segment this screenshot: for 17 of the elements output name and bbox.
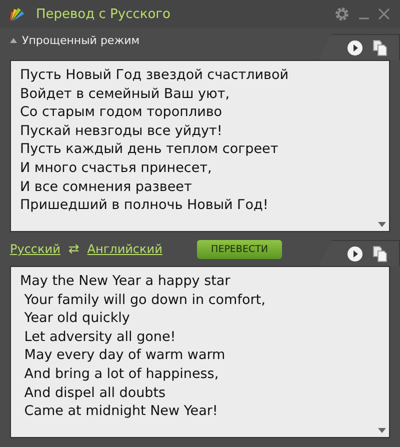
scroll-down-icon[interactable] bbox=[378, 222, 386, 227]
caret-icon bbox=[10, 38, 17, 42]
source-text-field[interactable]: Пусть Новый Год звездой счастливой Войдет в семейный Ваш уют, Со старым годом торопливо Пускай невзгоды все уйдут! Пусть каждый день теплом согреет И много счастья принесет, И все сомнения развеет Пришедший в полночь Новый Год! bbox=[10, 60, 390, 232]
copy-icon[interactable] bbox=[373, 40, 387, 56]
source-language-link[interactable]: Русский bbox=[10, 242, 60, 256]
mode-toggle[interactable]: Упрощенный режим bbox=[10, 34, 140, 54]
window-title: Перевод с Русского bbox=[36, 6, 170, 22]
target-language-link[interactable]: Английский bbox=[87, 242, 162, 256]
translate-button[interactable]: ПЕРЕВЕСТИ bbox=[197, 240, 282, 258]
settings-icon[interactable] bbox=[334, 6, 350, 22]
play-icon[interactable] bbox=[347, 246, 363, 262]
copy-icon[interactable] bbox=[373, 246, 387, 262]
play-icon[interactable] bbox=[347, 40, 363, 56]
swap-languages-button[interactable]: ⇄ bbox=[68, 242, 80, 256]
translation-text-field[interactable]: May the New Year a happy star Your family will go down in comfort, Year old quickly Let adversity all gone! May every day of warm warm And bring a lot of happiness, And dispel all doubts Came at midnight New Year! bbox=[10, 266, 390, 438]
close-icon[interactable] bbox=[378, 8, 390, 20]
scroll-down-icon[interactable] bbox=[378, 428, 386, 433]
